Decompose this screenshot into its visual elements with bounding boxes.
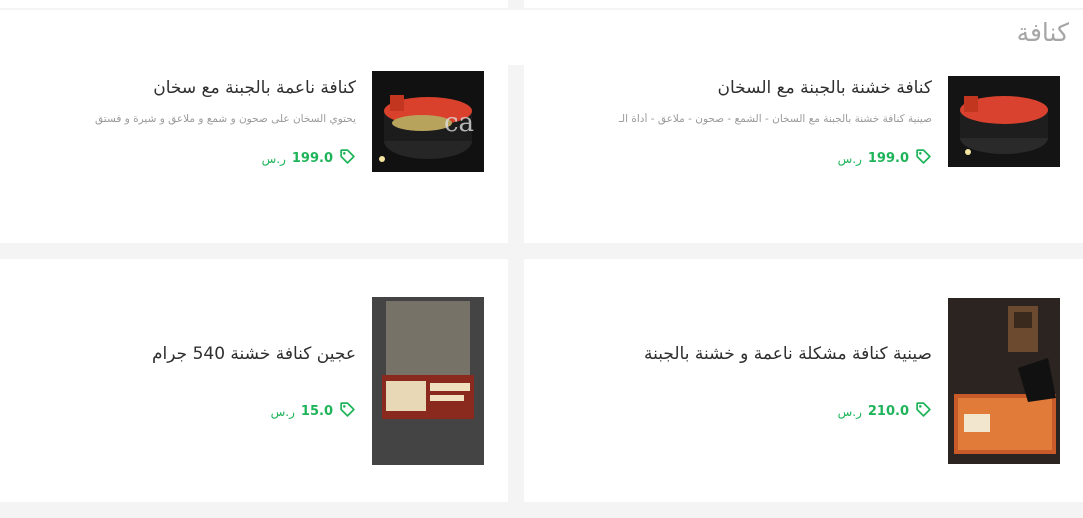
product-title[interactable]: كنافة ناعمة بالجبنة مع سخان	[153, 78, 356, 98]
product-image[interactable]	[372, 297, 484, 465]
product-description: يحتوي السخان على صحون و شمع و ملاعق و شي…	[95, 113, 356, 125]
product-card[interactable]: عجين كنافة خشنة 540 جرام 15.0 ر.س	[0, 259, 508, 502]
product-title[interactable]: عجين كنافة خشنة 540 جرام	[152, 344, 356, 364]
price-tag-icon	[915, 401, 932, 422]
product-price-row: 210.0 ر.س	[838, 401, 932, 422]
price-currency: ر.س	[837, 151, 862, 166]
product-price-row: 199.0 ر.س	[838, 148, 932, 169]
product-image[interactable]: ca	[372, 71, 484, 172]
product-price-row: 199.0 ر.س	[262, 148, 356, 169]
price-value: 199.0	[867, 151, 909, 166]
product-image[interactable]	[948, 76, 1060, 167]
product-title[interactable]: كنافة خشنة بالجبنة مع السخان	[718, 78, 932, 98]
product-card[interactable]: صينية كنافة مشكلة ناعمة و خشنة بالجبنة 2…	[524, 259, 1083, 502]
price-currency: ر.س	[837, 404, 862, 419]
product-card[interactable]: كنافة خشنة بالجبنة مع السخان صينية كنافة…	[524, 65, 1083, 243]
price-currency: ر.س	[270, 404, 295, 419]
product-card[interactable]: ca كنافة ناعمة بالجبنة مع سخان يحتوي الس…	[0, 65, 508, 243]
product-price-row: 15.0 ر.س	[271, 401, 356, 422]
price-tag-icon	[339, 401, 356, 422]
price-tag-icon	[339, 148, 356, 169]
product-title[interactable]: صينية كنافة مشكلة ناعمة و خشنة بالجبنة	[644, 344, 932, 364]
product-card-top-right	[524, 0, 1083, 8]
price-value: 199.0	[291, 151, 333, 166]
product-description: صينية كنافة خشنة بالجبنة مع السخان - الش…	[618, 113, 932, 125]
price-value: 15.0	[300, 404, 333, 419]
product-image[interactable]	[948, 298, 1060, 464]
price-tag-icon	[915, 148, 932, 169]
section-title: كنافة	[1016, 18, 1069, 47]
price-currency: ر.س	[261, 151, 286, 166]
svg-text:ca: ca	[444, 108, 474, 138]
product-card-top-left	[0, 0, 508, 8]
section-header	[0, 10, 1083, 65]
price-value: 210.0	[867, 404, 909, 419]
